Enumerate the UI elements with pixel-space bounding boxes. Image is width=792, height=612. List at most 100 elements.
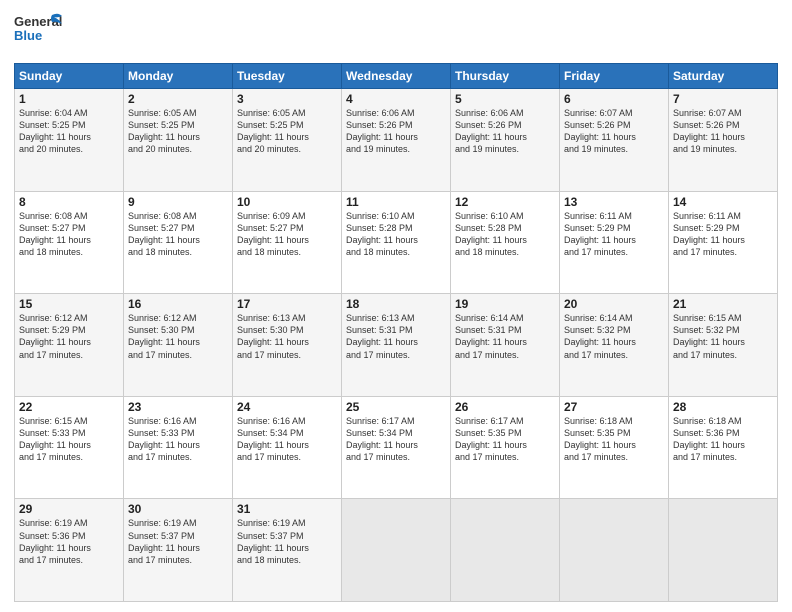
page: General Blue Sunday Monday Tuesday Wedne… [0, 0, 792, 612]
day-number: 29 [19, 502, 119, 516]
table-row: 18Sunrise: 6:13 AMSunset: 5:31 PMDayligh… [342, 294, 451, 397]
table-row: 25Sunrise: 6:17 AMSunset: 5:34 PMDayligh… [342, 396, 451, 499]
table-row: 15Sunrise: 6:12 AMSunset: 5:29 PMDayligh… [15, 294, 124, 397]
calendar-row: 15Sunrise: 6:12 AMSunset: 5:29 PMDayligh… [15, 294, 778, 397]
col-saturday: Saturday [669, 64, 778, 89]
day-info: Sunrise: 6:07 AMSunset: 5:26 PMDaylight:… [564, 107, 664, 156]
day-info: Sunrise: 6:16 AMSunset: 5:33 PMDaylight:… [128, 415, 228, 464]
calendar-row: 1Sunrise: 6:04 AMSunset: 5:25 PMDaylight… [15, 89, 778, 192]
day-info: Sunrise: 6:08 AMSunset: 5:27 PMDaylight:… [128, 210, 228, 259]
day-info: Sunrise: 6:07 AMSunset: 5:26 PMDaylight:… [673, 107, 773, 156]
day-number: 26 [455, 400, 555, 414]
day-number: 22 [19, 400, 119, 414]
day-number: 6 [564, 92, 664, 106]
day-info: Sunrise: 6:18 AMSunset: 5:36 PMDaylight:… [673, 415, 773, 464]
day-info: Sunrise: 6:11 AMSunset: 5:29 PMDaylight:… [673, 210, 773, 259]
day-info: Sunrise: 6:13 AMSunset: 5:31 PMDaylight:… [346, 312, 446, 361]
table-row: 26Sunrise: 6:17 AMSunset: 5:35 PMDayligh… [451, 396, 560, 499]
table-row [669, 499, 778, 602]
table-row: 24Sunrise: 6:16 AMSunset: 5:34 PMDayligh… [233, 396, 342, 499]
day-number: 15 [19, 297, 119, 311]
table-row: 3Sunrise: 6:05 AMSunset: 5:25 PMDaylight… [233, 89, 342, 192]
table-row: 27Sunrise: 6:18 AMSunset: 5:35 PMDayligh… [560, 396, 669, 499]
logo-block: General Blue [14, 10, 64, 57]
day-number: 4 [346, 92, 446, 106]
day-info: Sunrise: 6:14 AMSunset: 5:32 PMDaylight:… [564, 312, 664, 361]
col-wednesday: Wednesday [342, 64, 451, 89]
table-row: 5Sunrise: 6:06 AMSunset: 5:26 PMDaylight… [451, 89, 560, 192]
calendar-header-row: Sunday Monday Tuesday Wednesday Thursday… [15, 64, 778, 89]
day-number: 21 [673, 297, 773, 311]
table-row: 21Sunrise: 6:15 AMSunset: 5:32 PMDayligh… [669, 294, 778, 397]
day-info: Sunrise: 6:17 AMSunset: 5:35 PMDaylight:… [455, 415, 555, 464]
day-number: 12 [455, 195, 555, 209]
day-number: 20 [564, 297, 664, 311]
day-number: 2 [128, 92, 228, 106]
table-row: 7Sunrise: 6:07 AMSunset: 5:26 PMDaylight… [669, 89, 778, 192]
day-info: Sunrise: 6:19 AMSunset: 5:36 PMDaylight:… [19, 517, 119, 566]
day-number: 14 [673, 195, 773, 209]
table-row: 14Sunrise: 6:11 AMSunset: 5:29 PMDayligh… [669, 191, 778, 294]
logo-icon: General Blue [14, 10, 64, 52]
table-row: 22Sunrise: 6:15 AMSunset: 5:33 PMDayligh… [15, 396, 124, 499]
table-row: 29Sunrise: 6:19 AMSunset: 5:36 PMDayligh… [15, 499, 124, 602]
table-row [342, 499, 451, 602]
day-info: Sunrise: 6:05 AMSunset: 5:25 PMDaylight:… [237, 107, 337, 156]
day-number: 25 [346, 400, 446, 414]
day-number: 31 [237, 502, 337, 516]
day-info: Sunrise: 6:12 AMSunset: 5:30 PMDaylight:… [128, 312, 228, 361]
day-info: Sunrise: 6:17 AMSunset: 5:34 PMDaylight:… [346, 415, 446, 464]
calendar-row: 29Sunrise: 6:19 AMSunset: 5:36 PMDayligh… [15, 499, 778, 602]
table-row: 11Sunrise: 6:10 AMSunset: 5:28 PMDayligh… [342, 191, 451, 294]
day-number: 11 [346, 195, 446, 209]
day-info: Sunrise: 6:10 AMSunset: 5:28 PMDaylight:… [455, 210, 555, 259]
table-row: 1Sunrise: 6:04 AMSunset: 5:25 PMDaylight… [15, 89, 124, 192]
day-number: 7 [673, 92, 773, 106]
table-row: 9Sunrise: 6:08 AMSunset: 5:27 PMDaylight… [124, 191, 233, 294]
day-number: 16 [128, 297, 228, 311]
day-number: 9 [128, 195, 228, 209]
day-info: Sunrise: 6:19 AMSunset: 5:37 PMDaylight:… [237, 517, 337, 566]
col-tuesday: Tuesday [233, 64, 342, 89]
day-number: 13 [564, 195, 664, 209]
table-row: 8Sunrise: 6:08 AMSunset: 5:27 PMDaylight… [15, 191, 124, 294]
day-number: 5 [455, 92, 555, 106]
day-number: 27 [564, 400, 664, 414]
col-sunday: Sunday [15, 64, 124, 89]
day-number: 3 [237, 92, 337, 106]
day-number: 8 [19, 195, 119, 209]
day-info: Sunrise: 6:04 AMSunset: 5:25 PMDaylight:… [19, 107, 119, 156]
day-info: Sunrise: 6:13 AMSunset: 5:30 PMDaylight:… [237, 312, 337, 361]
day-info: Sunrise: 6:10 AMSunset: 5:28 PMDaylight:… [346, 210, 446, 259]
day-info: Sunrise: 6:09 AMSunset: 5:27 PMDaylight:… [237, 210, 337, 259]
day-info: Sunrise: 6:06 AMSunset: 5:26 PMDaylight:… [346, 107, 446, 156]
day-info: Sunrise: 6:08 AMSunset: 5:27 PMDaylight:… [19, 210, 119, 259]
table-row: 17Sunrise: 6:13 AMSunset: 5:30 PMDayligh… [233, 294, 342, 397]
table-row: 20Sunrise: 6:14 AMSunset: 5:32 PMDayligh… [560, 294, 669, 397]
table-row: 13Sunrise: 6:11 AMSunset: 5:29 PMDayligh… [560, 191, 669, 294]
col-friday: Friday [560, 64, 669, 89]
day-info: Sunrise: 6:05 AMSunset: 5:25 PMDaylight:… [128, 107, 228, 156]
calendar-row: 22Sunrise: 6:15 AMSunset: 5:33 PMDayligh… [15, 396, 778, 499]
day-info: Sunrise: 6:11 AMSunset: 5:29 PMDaylight:… [564, 210, 664, 259]
day-info: Sunrise: 6:15 AMSunset: 5:32 PMDaylight:… [673, 312, 773, 361]
day-number: 19 [455, 297, 555, 311]
day-number: 10 [237, 195, 337, 209]
day-number: 1 [19, 92, 119, 106]
table-row: 19Sunrise: 6:14 AMSunset: 5:31 PMDayligh… [451, 294, 560, 397]
day-number: 18 [346, 297, 446, 311]
table-row: 10Sunrise: 6:09 AMSunset: 5:27 PMDayligh… [233, 191, 342, 294]
day-number: 17 [237, 297, 337, 311]
day-number: 23 [128, 400, 228, 414]
calendar-row: 8Sunrise: 6:08 AMSunset: 5:27 PMDaylight… [15, 191, 778, 294]
table-row: 4Sunrise: 6:06 AMSunset: 5:26 PMDaylight… [342, 89, 451, 192]
day-info: Sunrise: 6:16 AMSunset: 5:34 PMDaylight:… [237, 415, 337, 464]
day-info: Sunrise: 6:19 AMSunset: 5:37 PMDaylight:… [128, 517, 228, 566]
day-number: 28 [673, 400, 773, 414]
header: General Blue [14, 10, 778, 57]
svg-text:Blue: Blue [14, 28, 42, 43]
table-row: 31Sunrise: 6:19 AMSunset: 5:37 PMDayligh… [233, 499, 342, 602]
table-row: 2Sunrise: 6:05 AMSunset: 5:25 PMDaylight… [124, 89, 233, 192]
col-thursday: Thursday [451, 64, 560, 89]
calendar-table: Sunday Monday Tuesday Wednesday Thursday… [14, 63, 778, 602]
